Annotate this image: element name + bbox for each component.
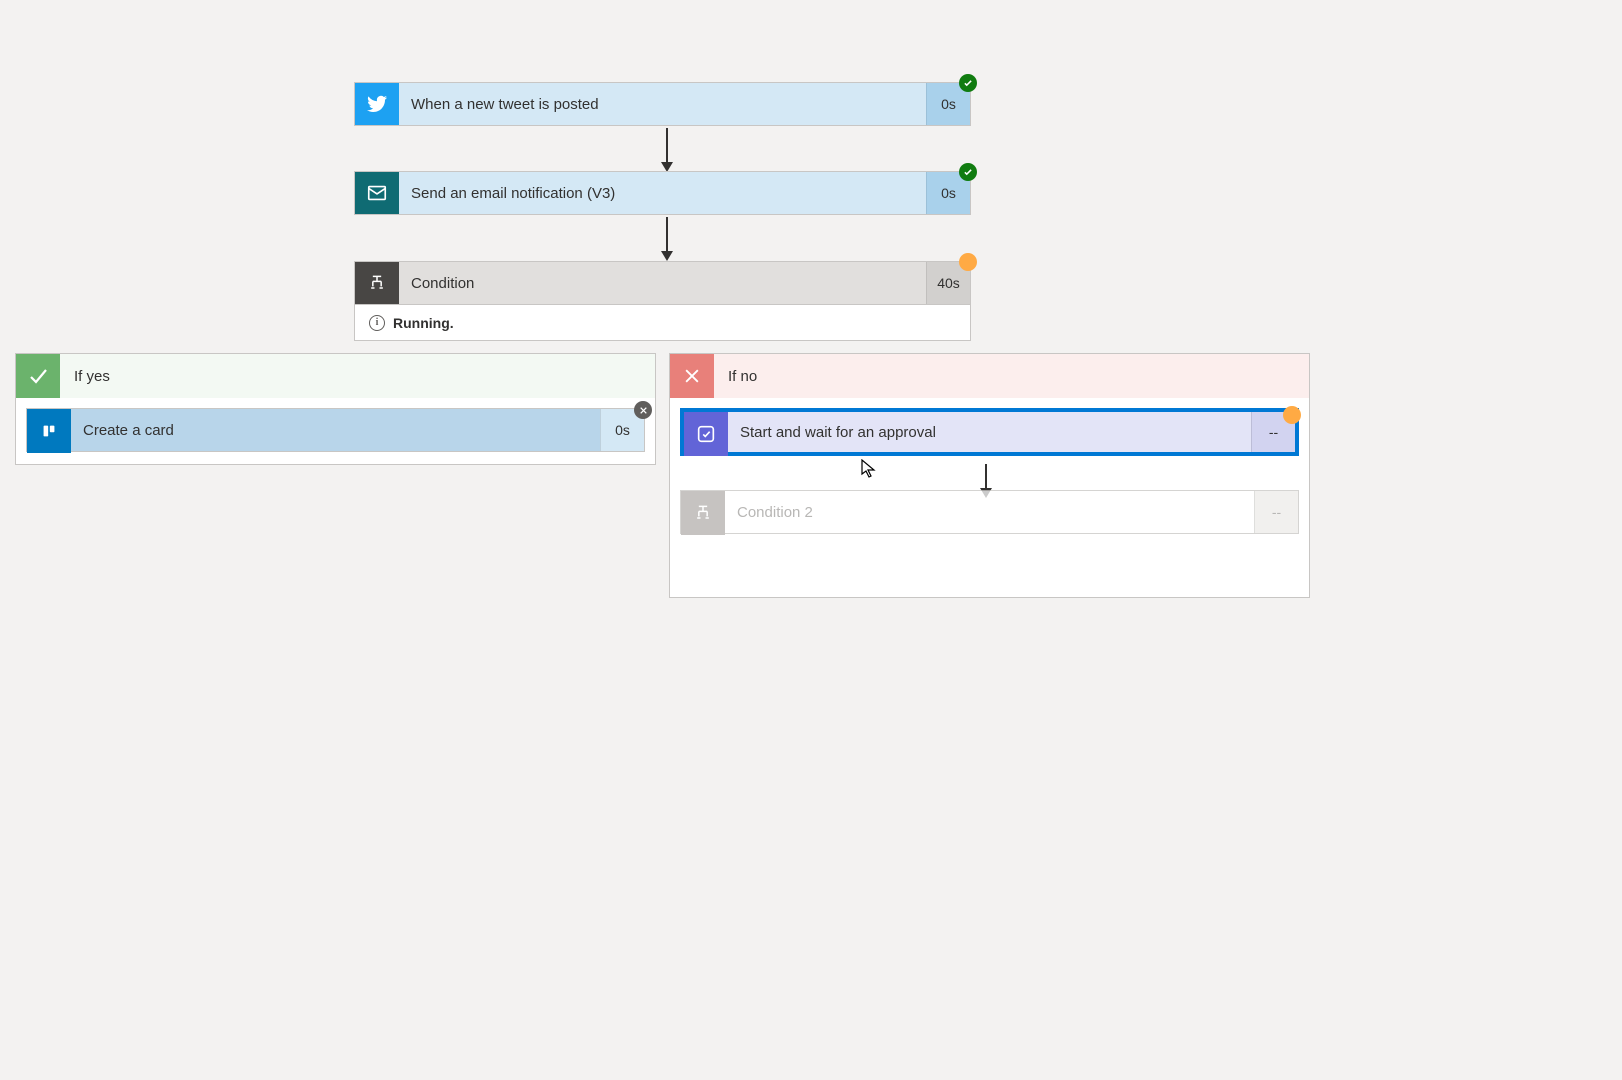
condition-status-row: i Running. (354, 305, 971, 341)
condition-status-text: Running. (393, 315, 454, 331)
flow-canvas: When a new tweet is posted 0s Send an em… (0, 0, 1622, 1080)
condition-card[interactable]: Condition 40s (354, 261, 971, 305)
action-condition2-card[interactable]: Condition 2 -- (680, 490, 1299, 534)
x-icon (670, 354, 714, 398)
action-condition2-label: Condition 2 (725, 491, 1254, 533)
info-icon: i (369, 315, 385, 331)
condition-icon (681, 491, 725, 535)
flow-arrow (661, 128, 673, 172)
approval-icon (684, 412, 728, 456)
cursor-icon (861, 459, 877, 479)
branch-yes-label: If yes (60, 368, 110, 385)
status-badge-success-icon (959, 74, 977, 92)
status-badge-success-icon (959, 163, 977, 181)
branch-yes[interactable]: If yes Create a card 0s (15, 353, 656, 465)
action-create-card-label: Create a card (71, 409, 600, 451)
trigger-card[interactable]: When a new tweet is posted 0s (354, 82, 971, 126)
trigger-label: When a new tweet is posted (399, 83, 926, 125)
branch-yes-header: If yes (16, 354, 655, 398)
checkmark-icon (16, 354, 60, 398)
action-email-label: Send an email notification (V3) (399, 172, 926, 214)
status-badge-running-icon (1283, 406, 1301, 424)
action-email-card[interactable]: Send an email notification (V3) 0s (354, 171, 971, 215)
branch-no-label: If no (714, 368, 757, 385)
condition-icon (355, 262, 399, 304)
mail-icon (355, 172, 399, 214)
flow-arrow (661, 217, 673, 261)
status-badge-cancelled-icon (634, 401, 652, 419)
twitter-icon (355, 83, 399, 125)
action-approval-label: Start and wait for an approval (728, 412, 1251, 452)
action-create-card[interactable]: Create a card 0s (26, 408, 645, 452)
status-badge-running-icon (959, 253, 977, 271)
branch-no[interactable]: If no Start and wait for an approval -- … (669, 353, 1310, 598)
condition-label: Condition (399, 262, 926, 304)
branch-no-header: If no (670, 354, 1309, 398)
action-approval-card[interactable]: Start and wait for an approval -- (680, 408, 1299, 456)
action-condition2-timing: -- (1254, 491, 1298, 533)
trello-icon (27, 409, 71, 453)
